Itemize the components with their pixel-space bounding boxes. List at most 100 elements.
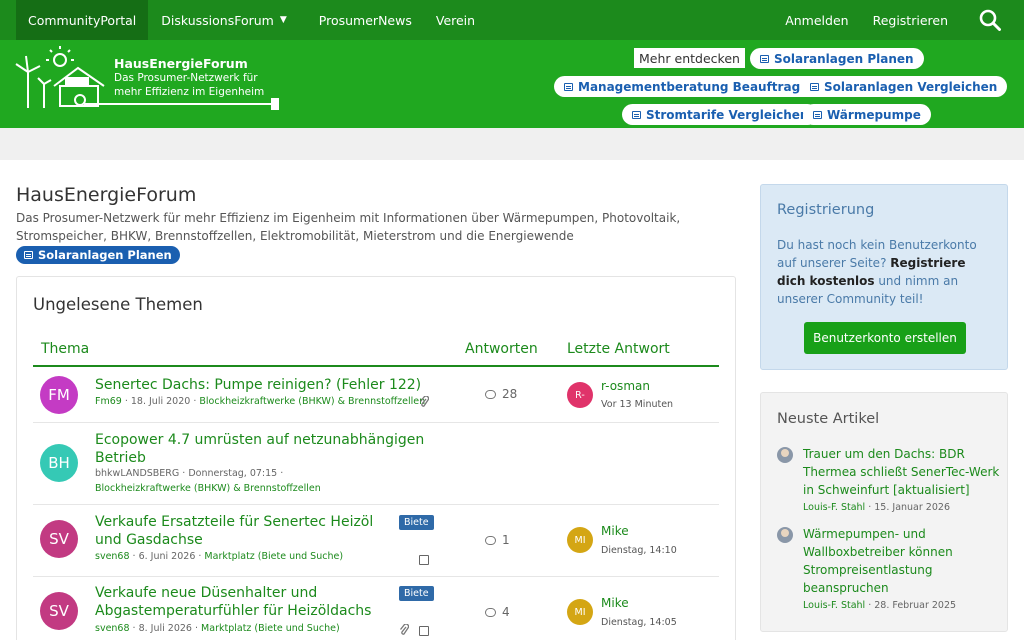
avatar[interactable]: BH bbox=[40, 444, 78, 482]
latest-articles-block: Neuste Artikel Trauer um den Dachs: BDR … bbox=[760, 392, 1008, 632]
avatar[interactable]: FM bbox=[40, 376, 78, 414]
article-date[interactable]: 15. Januar 2026 bbox=[874, 502, 950, 513]
thread-forum[interactable]: Marktplatz (Biete und Suche) bbox=[204, 551, 343, 562]
thread-row[interactable]: SV Verkaufe neue Düsenhalter und Abgaste… bbox=[33, 577, 719, 640]
reply-count: 28 bbox=[485, 387, 517, 401]
tag-stromtarife[interactable]: Stromtarife Vergleichen bbox=[622, 104, 819, 125]
inline-tag-solaranlagen-planen[interactable]: Solaranlagen Planen bbox=[16, 245, 180, 264]
avatar[interactable] bbox=[777, 447, 793, 463]
thread-author[interactable]: bhkwLANDSBERG bbox=[95, 468, 179, 479]
thread-date[interactable]: Donnerstag, 07:15 bbox=[188, 468, 277, 479]
thread-row[interactable]: SV Verkaufe Ersatzteile für Senertec Hei… bbox=[33, 505, 719, 577]
reply-count-value: 28 bbox=[502, 387, 518, 401]
thread-title[interactable]: Verkaufe Ersatzteile für Senertec Heizöl… bbox=[95, 513, 395, 549]
tag-label: Wärmepumpe bbox=[827, 107, 921, 122]
thread-author[interactable]: Fm69 bbox=[95, 396, 122, 407]
search-icon[interactable] bbox=[968, 0, 1012, 40]
column-header-topic: Thema bbox=[41, 341, 90, 357]
thread-row[interactable]: FM Senertec Dachs: Pumpe reinigen? (Fehl… bbox=[33, 367, 719, 423]
newspaper-icon bbox=[813, 110, 822, 119]
offer-badge: Biete bbox=[399, 515, 434, 530]
latest-articles-title: Neuste Artikel bbox=[777, 411, 880, 427]
thread-meta: bhkwLANDSBERG · Donnerstag, 07:15 · Bloc… bbox=[95, 468, 321, 494]
reply-count: 1 bbox=[485, 533, 510, 547]
brand-subtitle: Das Prosumer-Netzwerk für mehr Effizienz… bbox=[114, 72, 265, 98]
thread-title[interactable]: Senertec Dachs: Pumpe reinigen? (Fehler … bbox=[95, 376, 421, 394]
nav-diskussionsforum-label: DiskussionsForum bbox=[161, 12, 274, 28]
column-header-last-reply: Letzte Antwort bbox=[567, 341, 670, 357]
nav-prosumernews[interactable]: ProsumerNews bbox=[307, 0, 424, 40]
avatar[interactable] bbox=[777, 527, 793, 543]
tag-solaranlagen-vergleichen[interactable]: Solaranlagen Vergleichen bbox=[800, 76, 1008, 97]
avatar[interactable]: SV bbox=[40, 520, 78, 558]
thread-author[interactable]: sven68 bbox=[95, 551, 130, 562]
create-account-button[interactable]: Benutzerkonto erstellen bbox=[804, 322, 966, 354]
tag-waermepumpe[interactable]: Wärmepumpe bbox=[803, 104, 931, 125]
thread-forum[interactable]: Marktplatz (Biete und Suche) bbox=[201, 623, 340, 634]
last-poster-name[interactable]: Mike bbox=[601, 596, 629, 610]
register-link[interactable]: Registrieren bbox=[861, 0, 960, 40]
last-poster-avatar[interactable]: R- bbox=[567, 382, 593, 408]
paperclip-icon bbox=[419, 395, 430, 411]
thread-forum[interactable]: Blockheizkraftwerke (BHKW) & Brennstoffz… bbox=[199, 396, 425, 407]
site-banner: HausEnergieForum Das Prosumer-Netzwerk f… bbox=[0, 40, 1024, 128]
thread-author[interactable]: sven68 bbox=[95, 623, 130, 634]
thread-date[interactable]: 8. Juli 2026 bbox=[139, 623, 192, 634]
article-author[interactable]: Louis-F. Stahl bbox=[803, 502, 865, 513]
column-header-replies: Antworten bbox=[465, 341, 538, 357]
avatar[interactable]: SV bbox=[40, 592, 78, 630]
comment-icon bbox=[485, 607, 496, 617]
article-title[interactable]: Trauer um den Dachs: BDR Thermea schließ… bbox=[803, 445, 1003, 499]
newspaper-icon bbox=[24, 250, 33, 259]
tag-label: Stromtarife Vergleichen bbox=[646, 107, 809, 122]
thread-title[interactable]: Ecopower 4.7 umrüsten auf netzunabhängig… bbox=[95, 431, 425, 467]
last-poster-avatar[interactable]: MI bbox=[567, 599, 593, 625]
thread-meta: sven68 · 6. Juni 2026 · Marktplatz (Biet… bbox=[95, 551, 344, 562]
registration-title: Registrierung bbox=[777, 202, 875, 218]
brand-title: HausEnergieForum bbox=[114, 56, 248, 71]
last-poster-name[interactable]: r-osman bbox=[601, 379, 650, 393]
chevron-down-icon[interactable]: ▼ bbox=[280, 15, 287, 25]
newspaper-icon bbox=[760, 54, 769, 63]
last-reply-time[interactable]: Dienstag, 14:10 bbox=[601, 545, 677, 556]
tag-label: Managementberatung Beauftragen bbox=[578, 79, 817, 94]
nav-verein[interactable]: Verein bbox=[424, 0, 487, 40]
last-reply-time[interactable]: Vor 13 Minuten bbox=[601, 399, 673, 410]
thread-meta: Fm69 · 18. Juli 2020 · Blockheizkraftwer… bbox=[95, 396, 426, 407]
article-item[interactable]: Wärmepumpen- und Wallboxbetreiber können… bbox=[777, 525, 1003, 611]
last-poster-avatar[interactable]: MI bbox=[567, 527, 593, 553]
newspaper-icon bbox=[564, 82, 573, 91]
reply-count-value: 4 bbox=[502, 605, 510, 619]
reply-count-value: 1 bbox=[502, 533, 510, 547]
thread-forum[interactable]: Blockheizkraftwerke (BHKW) & Brennstoffz… bbox=[95, 483, 321, 494]
unread-threads-panel: Ungelesene Themen Thema Antworten Letzte… bbox=[16, 276, 736, 640]
tag-solaranlagen-planen[interactable]: Solaranlagen Planen bbox=[750, 48, 924, 69]
login-link[interactable]: Anmelden bbox=[773, 0, 860, 40]
last-poster-name[interactable]: Mike bbox=[601, 524, 629, 538]
paperclip-icon bbox=[399, 623, 410, 639]
thread-row[interactable]: BH Ecopower 4.7 umrüsten auf netzunabhän… bbox=[33, 423, 719, 505]
nav-diskussionsforum[interactable]: DiskussionsForum ▼ bbox=[149, 0, 299, 40]
article-meta: Louis-F. Stahl · 15. Januar 2026 bbox=[803, 502, 950, 513]
top-navigation: CommunityPortal DiskussionsForum ▼ Prosu… bbox=[0, 0, 1024, 40]
article-title[interactable]: Wärmepumpen- und Wallboxbetreiber können… bbox=[803, 525, 1003, 597]
page-description: Das Prosumer-Netzwerk für mehr Effizienz… bbox=[16, 209, 736, 264]
panel-title: Ungelesene Themen bbox=[33, 295, 203, 314]
inline-tag-label: Solaranlagen Planen bbox=[38, 247, 172, 262]
article-meta: Louis-F. Stahl · 28. Februar 2025 bbox=[803, 600, 957, 611]
checkbox-icon[interactable] bbox=[419, 626, 429, 636]
comment-icon bbox=[485, 389, 496, 399]
checkbox-icon[interactable] bbox=[419, 555, 429, 565]
nav-community-portal[interactable]: CommunityPortal bbox=[16, 0, 149, 40]
page-title: HausEnergieForum bbox=[16, 184, 197, 206]
article-item[interactable]: Trauer um den Dachs: BDR Thermea schließ… bbox=[777, 445, 1001, 515]
thread-date[interactable]: 6. Juni 2026 bbox=[139, 551, 196, 562]
thread-date[interactable]: 18. Juli 2020 bbox=[131, 396, 190, 407]
article-date[interactable]: 28. Februar 2025 bbox=[874, 600, 956, 611]
last-reply-time[interactable]: Dienstag, 14:05 bbox=[601, 617, 677, 628]
thread-title[interactable]: Verkaufe neue Düsenhalter und Abgastempe… bbox=[95, 584, 395, 620]
offer-badge: Biete bbox=[399, 586, 434, 601]
article-author[interactable]: Louis-F. Stahl bbox=[803, 600, 865, 611]
thread-meta: sven68 · 8. Juli 2026 · Marktplatz (Biet… bbox=[95, 623, 340, 634]
tag-managementberatung[interactable]: Managementberatung Beauftragen bbox=[554, 76, 827, 97]
